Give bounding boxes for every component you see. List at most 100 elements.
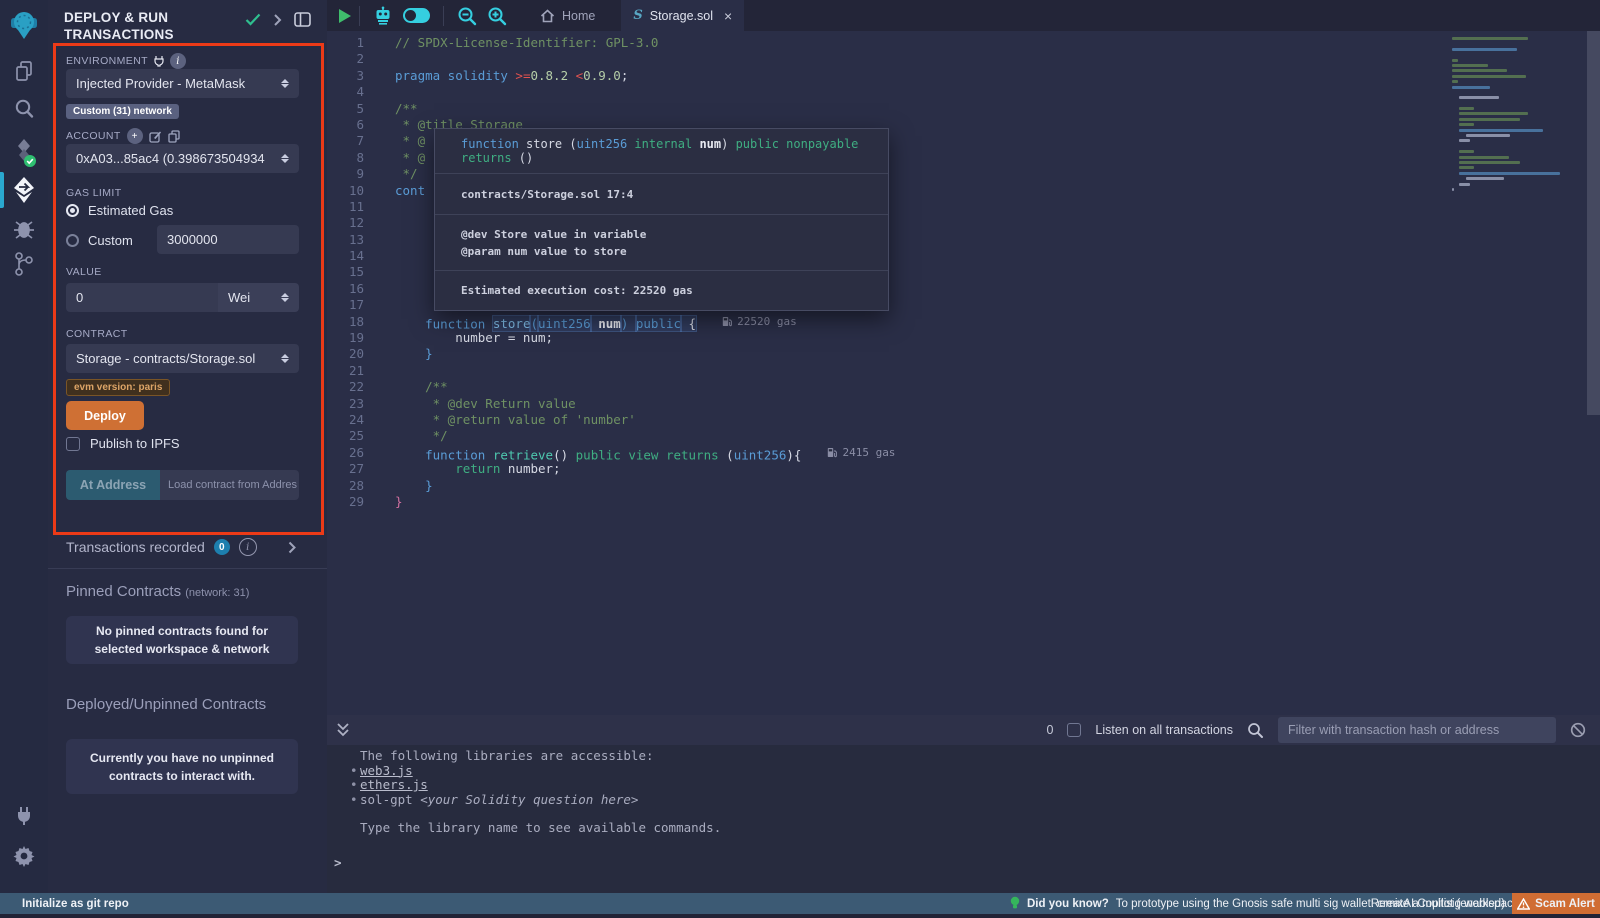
- environment-select[interactable]: Injected Provider - MetaMask: [66, 69, 299, 98]
- publish-ipfs-checkbox[interactable]: Publish to IPFS: [66, 436, 180, 451]
- code-line[interactable]: return number;: [395, 461, 1430, 477]
- line-number[interactable]: 5: [327, 101, 377, 117]
- clear-console-icon[interactable]: [1570, 722, 1586, 738]
- code-line[interactable]: number = num;: [395, 330, 1430, 346]
- value-input[interactable]: 0: [66, 283, 218, 312]
- git-icon[interactable]: [0, 250, 48, 278]
- code-line[interactable]: /**: [395, 379, 1430, 395]
- editor-scrollbar[interactable]: [1587, 31, 1600, 415]
- line-number[interactable]: 14: [327, 248, 377, 264]
- line-number[interactable]: 25: [327, 428, 377, 444]
- code-line[interactable]: function retrieve() public view returns …: [395, 445, 1430, 461]
- listen-transactions-checkbox[interactable]: [1067, 723, 1081, 737]
- line-number[interactable]: 20: [327, 346, 377, 362]
- code-line[interactable]: * @dev Return value: [395, 396, 1430, 412]
- scam-alert-button[interactable]: Scam Alert: [1512, 893, 1600, 914]
- terminal[interactable]: The following libraries are accessible: …: [327, 745, 1600, 893]
- debugger-icon[interactable]: [0, 215, 48, 243]
- remix-logo-icon[interactable]: [0, 8, 48, 42]
- line-number[interactable]: 12: [327, 215, 377, 231]
- value-unit-select[interactable]: Wei: [218, 283, 299, 312]
- line-number[interactable]: 10: [327, 183, 377, 199]
- code-line[interactable]: // SPDX-License-Identifier: GPL-3.0: [395, 35, 1430, 51]
- line-number[interactable]: 4: [327, 84, 377, 100]
- terminal-lib-link[interactable]: ethers.js: [360, 777, 428, 792]
- code-line[interactable]: [395, 84, 1430, 100]
- code-line[interactable]: function store(uint256 num) public {2252…: [395, 314, 1430, 330]
- copy-address-icon[interactable]: [168, 130, 180, 143]
- line-number[interactable]: 9: [327, 166, 377, 182]
- line-number[interactable]: 11: [327, 199, 377, 215]
- line-number[interactable]: 28: [327, 478, 377, 494]
- code-line[interactable]: }: [395, 478, 1430, 494]
- updates-check-icon[interactable]: [245, 13, 261, 26]
- line-number[interactable]: 15: [327, 264, 377, 280]
- editor-minimap[interactable]: [1452, 37, 1582, 193]
- code-line[interactable]: }: [395, 494, 1430, 510]
- deploy-and-run-icon[interactable]: [0, 173, 48, 207]
- git-init-button[interactable]: Initialize as git repo: [22, 893, 129, 914]
- collapse-panel-icon[interactable]: [273, 13, 282, 27]
- plugin-manager-icon[interactable]: [0, 803, 48, 829]
- copilot-toggle[interactable]: [403, 8, 430, 23]
- line-number[interactable]: 21: [327, 363, 377, 379]
- zoom-in-icon[interactable]: [487, 6, 507, 26]
- code-line[interactable]: * @return value of 'number': [395, 412, 1430, 428]
- line-number[interactable]: 7: [327, 133, 377, 149]
- terminal-lib-link[interactable]: web3.js: [360, 763, 413, 778]
- at-address-button[interactable]: At Address: [66, 470, 160, 500]
- line-number[interactable]: 13: [327, 232, 377, 248]
- code-editor[interactable]: 1234567891011121314151617181920212223242…: [327, 31, 1600, 715]
- editor-gutter[interactable]: 1234567891011121314151617181920212223242…: [327, 35, 377, 510]
- search-icon[interactable]: [0, 95, 48, 123]
- transactions-expand-icon[interactable]: [288, 541, 296, 554]
- close-tab-icon[interactable]: ×: [724, 8, 732, 24]
- line-number[interactable]: 2: [327, 51, 377, 67]
- sign-message-icon[interactable]: [149, 130, 162, 143]
- line-number[interactable]: 6: [327, 117, 377, 133]
- tab-home[interactable]: Home: [526, 0, 609, 31]
- account-select[interactable]: 0xA03...85ac4 (0.398673504934: [66, 144, 299, 173]
- line-number[interactable]: 26: [327, 445, 377, 461]
- transactions-info-icon[interactable]: i: [239, 538, 257, 556]
- terminal-prompt[interactable]: >: [334, 855, 342, 870]
- environment-info-icon[interactable]: i: [170, 53, 186, 69]
- settings-icon[interactable]: [0, 843, 48, 869]
- line-number[interactable]: 22: [327, 379, 377, 395]
- ai-copilot-robot-icon[interactable]: [373, 6, 393, 26]
- line-number[interactable]: 3: [327, 68, 377, 84]
- copilot-status[interactable]: RemixAI Copilot (enabled): [1371, 893, 1505, 914]
- line-number[interactable]: 29: [327, 494, 377, 510]
- terminal-collapse-icon[interactable]: [336, 722, 350, 738]
- line-number[interactable]: 19: [327, 330, 377, 346]
- line-number[interactable]: 16: [327, 281, 377, 297]
- code-line[interactable]: [395, 51, 1430, 67]
- line-number[interactable]: 23: [327, 396, 377, 412]
- code-line[interactable]: }: [395, 346, 1430, 362]
- code-line[interactable]: pragma solidity >=0.8.2 <0.9.0;: [395, 68, 1430, 84]
- file-explorer-icon[interactable]: [0, 57, 48, 85]
- solidity-compiler-icon[interactable]: [0, 136, 48, 170]
- estimated-gas-radio[interactable]: Estimated Gas: [66, 203, 173, 218]
- line-number[interactable]: 24: [327, 412, 377, 428]
- tab-storage-sol[interactable]: S Storage.sol ×: [621, 0, 744, 31]
- line-number[interactable]: 18: [327, 314, 377, 330]
- custom-gas-input[interactable]: 3000000: [157, 225, 299, 254]
- plug-icon[interactable]: [154, 55, 164, 67]
- contract-select[interactable]: Storage - contracts/Storage.sol: [66, 344, 299, 373]
- deploy-button[interactable]: Deploy: [66, 401, 144, 430]
- line-number[interactable]: 27: [327, 461, 377, 477]
- code-line[interactable]: /**: [395, 101, 1430, 117]
- code-line[interactable]: [395, 363, 1430, 379]
- add-account-icon[interactable]: +: [127, 128, 143, 144]
- at-address-input[interactable]: Load contract from Addres: [160, 470, 299, 500]
- line-number[interactable]: 8: [327, 150, 377, 166]
- line-number[interactable]: 1: [327, 35, 377, 51]
- code-line[interactable]: */: [395, 428, 1430, 444]
- terminal-filter-input[interactable]: Filter with transaction hash or address: [1278, 717, 1556, 743]
- line-number[interactable]: 17: [327, 297, 377, 313]
- pin-panel-icon[interactable]: [294, 12, 311, 27]
- custom-gas-radio[interactable]: Custom: [66, 233, 133, 248]
- terminal-search-icon[interactable]: [1247, 722, 1264, 739]
- run-script-icon[interactable]: [339, 9, 351, 23]
